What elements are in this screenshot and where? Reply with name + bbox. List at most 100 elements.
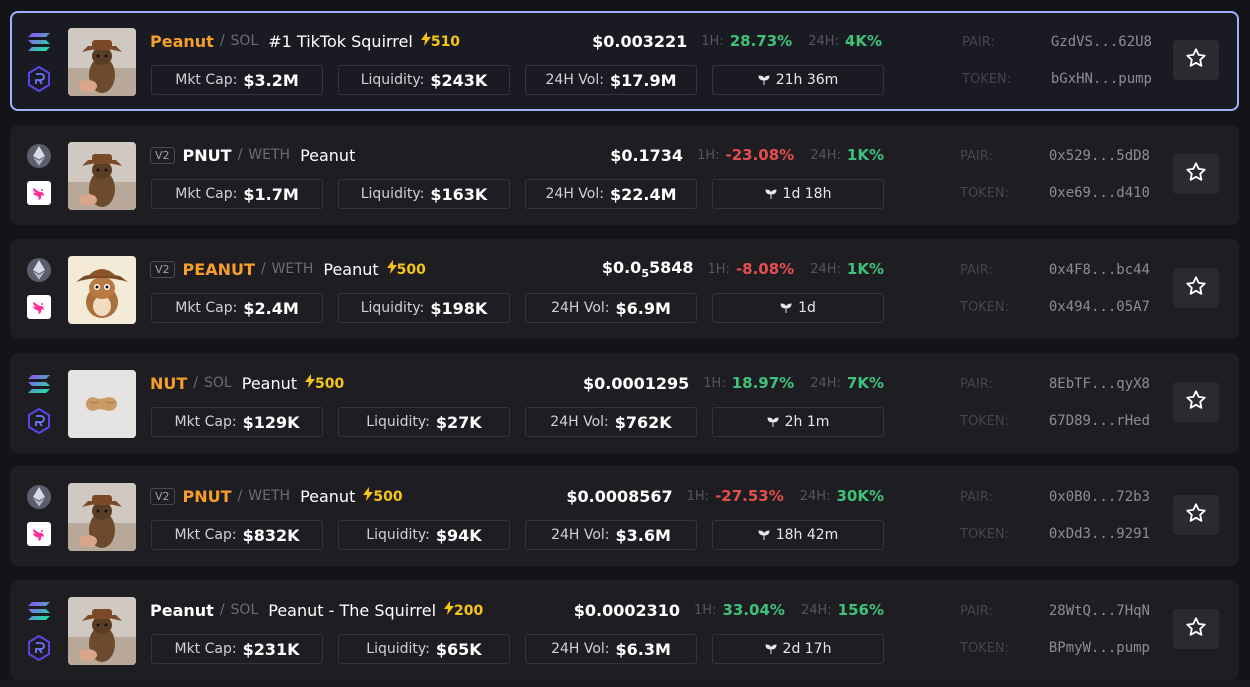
- pair-age: 18h 42m: [775, 527, 839, 543]
- token-price: $0.0001295: [583, 373, 690, 393]
- bolt-icon: [420, 32, 431, 50]
- token-row[interactable]: Peanut / SOL #1 TikTok Squirrel 510 $0.003221…: [10, 11, 1239, 111]
- liquidity-value: $163K: [430, 184, 488, 204]
- token-address[interactable]: 0xe69...d410: [1049, 185, 1150, 201]
- market-cap-box: Mkt Cap: $1.7M: [151, 179, 323, 209]
- volume-24h-label: 24H Vol:: [545, 72, 604, 88]
- favorite-star-button[interactable]: [1173, 40, 1219, 80]
- token-address-label: TOKEN:: [960, 413, 1010, 429]
- token-row[interactable]: NUT / SOL Peanut 500 $0.0001295 1H: 18.97% 24H: 7…: [10, 353, 1239, 453]
- token-row[interactable]: Peanut / SOL Peanut - The Squirrel 200 $0.000…: [10, 580, 1239, 680]
- token-address[interactable]: bGxHN...pump: [1051, 71, 1152, 87]
- token-title: Peanut / SOL Peanut - The Squirrel 200: [150, 599, 483, 621]
- token-title: NUT / SOL Peanut 500: [150, 372, 344, 394]
- token-address[interactable]: 0xDd3...9291: [1049, 526, 1150, 542]
- ethereum-icon: [26, 143, 52, 169]
- change-24h-label: 24H:: [808, 33, 839, 49]
- pair-age: 2h 1m: [784, 414, 830, 430]
- volume-24h-box: 24H Vol: $6.9M: [525, 293, 697, 323]
- boost-badge: 500: [305, 374, 344, 392]
- market-cap-value: $231K: [242, 639, 300, 659]
- change-1h-label: 1H:: [701, 33, 724, 49]
- pair-separator: /: [237, 488, 243, 504]
- boost-value: 200: [454, 603, 484, 619]
- sprout-icon: [767, 413, 779, 432]
- ethereum-icon: [26, 484, 52, 510]
- liquidity-value: $198K: [430, 298, 488, 318]
- pair-address[interactable]: 0x4F8...bc44: [1049, 262, 1150, 278]
- pair-address[interactable]: GzdVS...62U8: [1051, 34, 1152, 50]
- market-cap-label: Mkt Cap:: [175, 186, 238, 202]
- solana-icon: [26, 29, 52, 55]
- price-block: $0.0002310 1H: 33.04% 24H: 156%: [574, 599, 884, 621]
- quote-symbol: SOL: [204, 375, 232, 391]
- change-24h-label: 24H:: [810, 147, 841, 163]
- pair-separator: /: [260, 261, 266, 277]
- market-cap-box: Mkt Cap: $3.2M: [151, 65, 323, 95]
- token-address[interactable]: 0x494...05A7: [1049, 299, 1150, 315]
- change-1h: 33.04%: [722, 601, 785, 619]
- pair-separator: /: [193, 375, 199, 391]
- token-symbol: PNUT: [182, 486, 232, 506]
- pair-address-row: PAIR: GzdVS...62U8: [962, 32, 1152, 52]
- chain-icons: [26, 598, 52, 661]
- pair-address[interactable]: 0x0B0...72b3: [1049, 489, 1150, 505]
- market-cap-label: Mkt Cap:: [174, 641, 237, 657]
- pair-address[interactable]: 8EbTF...qyX8: [1049, 376, 1150, 392]
- solana-icon: [26, 371, 52, 397]
- token-row[interactable]: V2 PNUT / WETH Peanut $0.1734 1H: -23.08% 24H: 1K…: [10, 125, 1239, 225]
- liquidity-label: Liquidity:: [360, 300, 425, 316]
- token-address[interactable]: 67D89...rHed: [1049, 413, 1150, 429]
- boost-value: 500: [396, 262, 426, 278]
- favorite-star-button[interactable]: [1173, 495, 1219, 535]
- sprout-icon: [765, 640, 777, 659]
- liquidity-label: Liquidity:: [366, 641, 430, 657]
- liquidity-value: $243K: [430, 70, 488, 90]
- volume-24h-value: $3.6M: [615, 525, 671, 545]
- price-block: $0.1734 1H: -23.08% 24H: 1K%: [610, 144, 884, 166]
- pair-address[interactable]: 28WtQ...7HqN: [1049, 603, 1150, 619]
- token-address-label: TOKEN:: [960, 185, 1010, 201]
- token-address[interactable]: BPmyW...pump: [1049, 640, 1150, 656]
- token-row[interactable]: V2 PNUT / WETH Peanut 500 $0.0008567 1H: -27.53%…: [10, 466, 1239, 566]
- price-prefix: $0.0: [601, 257, 642, 277]
- chain-icons: [26, 257, 52, 320]
- pair-address-row: PAIR: 28WtQ...7HqN: [960, 601, 1150, 621]
- market-cap-value: $1.7M: [243, 184, 299, 204]
- change-1h-label: 1H:: [707, 261, 730, 277]
- volume-24h-value: $22.4M: [609, 184, 677, 204]
- change-24h: 1K%: [846, 260, 884, 278]
- volume-24h-box: 24H Vol: $6.3M: [525, 634, 697, 664]
- pair-address[interactable]: 0x529...5dD8: [1049, 148, 1150, 164]
- favorite-star-button[interactable]: [1173, 382, 1219, 422]
- market-cap-value: $2.4M: [243, 298, 299, 318]
- token-address-row: TOKEN: 67D89...rHed: [960, 411, 1150, 431]
- token-title: V2 PNUT / WETH Peanut 500: [150, 485, 403, 507]
- change-24h-label: 24H:: [810, 375, 841, 391]
- sprout-icon: [780, 299, 792, 318]
- token-avatar: [68, 483, 136, 551]
- volume-24h-label: 24H Vol:: [551, 527, 610, 543]
- market-cap-value: $832K: [242, 525, 300, 545]
- token-address-label: TOKEN:: [960, 640, 1010, 656]
- solana-icon: [26, 598, 52, 624]
- change-1h-label: 1H:: [697, 147, 720, 163]
- next-row-partial: [0, 680, 1250, 687]
- favorite-star-button[interactable]: [1173, 268, 1219, 308]
- chain-icons: [26, 29, 52, 92]
- uniswap-icon: [26, 521, 52, 547]
- token-price: $0.055848: [602, 258, 694, 280]
- change-24h-label: 24H:: [799, 488, 831, 504]
- favorite-star-button[interactable]: [1173, 609, 1219, 649]
- version-badge: V2: [150, 146, 175, 164]
- token-address-row: TOKEN: 0xe69...d410: [960, 183, 1150, 203]
- pair-age-box: 1d 18h: [712, 179, 884, 209]
- favorite-star-button[interactable]: [1173, 154, 1219, 194]
- change-24h: 4K%: [844, 32, 882, 50]
- volume-24h-label: 24H Vol:: [551, 300, 610, 316]
- change-1h: -8.08%: [735, 260, 795, 278]
- price-suffix: 5848: [648, 257, 694, 277]
- price-block: $0.003221 1H: 28.73% 24H: 4K%: [592, 30, 882, 52]
- token-row[interactable]: V2 PEANUT / WETH Peanut 500 $0.055848 1H: -8.08%…: [10, 239, 1239, 339]
- change-1h: 18.97%: [731, 374, 795, 392]
